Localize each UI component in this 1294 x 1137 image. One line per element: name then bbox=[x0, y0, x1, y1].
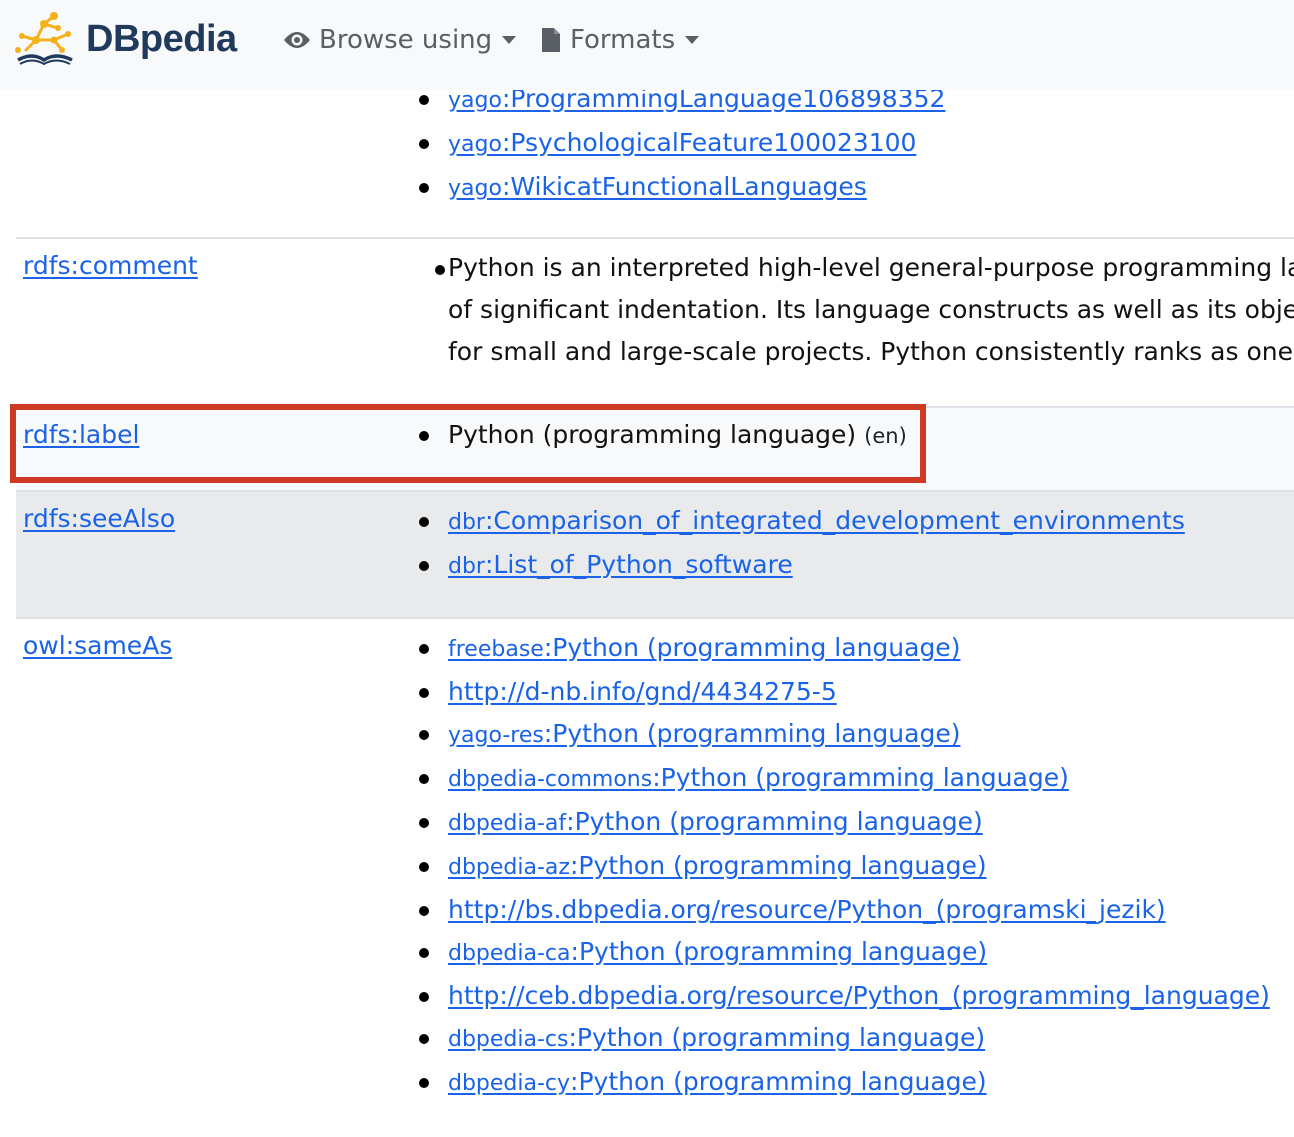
formats-dropdown[interactable]: Formats bbox=[540, 22, 700, 58]
comment-line: of significant indentation. Its language… bbox=[448, 295, 1294, 324]
property-owl-sameas[interactable]: owl:sameAs bbox=[23, 631, 172, 660]
resource-name: http://ceb.dbpedia.org/resource/Python_(… bbox=[448, 981, 1270, 1010]
navbar: DBpedia Browse using Formats bbox=[0, 0, 1294, 90]
namespace-prefix: dbr bbox=[448, 510, 485, 535]
resource-name: Python (programming language) bbox=[578, 851, 987, 880]
list-item: freebase:Python (programming language) bbox=[416, 627, 1270, 671]
resource-name: Comparison_of_integrated_development_env… bbox=[493, 506, 1185, 535]
namespace-prefix: dbr bbox=[448, 554, 485, 579]
resource-link[interactable]: dbpedia-cs:Python (programming language) bbox=[448, 1023, 985, 1052]
prefix-separator: : bbox=[568, 1023, 577, 1052]
resource-name: WikicatFunctionalLanguages bbox=[510, 172, 867, 201]
list-item: dbr:List_of_Python_software bbox=[416, 544, 1185, 588]
list-item: dbpedia-cy:Python (programming language) bbox=[416, 1061, 1270, 1105]
list-item: dbpedia-az:Python (programming language) bbox=[416, 845, 1270, 889]
brand-name[interactable]: DBpedia bbox=[86, 18, 237, 61]
chevron-down-icon bbox=[685, 36, 700, 44]
resource-link[interactable]: http://bs.dbpedia.org/resource/Python_(p… bbox=[448, 895, 1166, 924]
list-item: yago-res:Python (programming language) bbox=[416, 713, 1270, 757]
comment-text: Python is an interpreted high-level gene… bbox=[448, 247, 1294, 373]
prefix-separator: : bbox=[570, 937, 579, 966]
comment-line: for small and large-scale projects. Pyth… bbox=[448, 337, 1293, 366]
resource-link[interactable]: dbpedia-commons:Python (programming lang… bbox=[448, 763, 1069, 792]
resource-link[interactable]: dbr:Comparison_of_integrated_development… bbox=[448, 506, 1185, 535]
namespace-prefix: freebase bbox=[448, 637, 544, 662]
namespace-prefix: yago bbox=[448, 88, 502, 113]
list-item: dbr:Comparison_of_integrated_development… bbox=[416, 500, 1185, 544]
list-item: dbpedia-commons:Python (programming lang… bbox=[416, 757, 1270, 801]
list-item: dbpedia-cs:Python (programming language) bbox=[416, 1017, 1270, 1061]
resource-name: Python (programming language) bbox=[660, 763, 1069, 792]
sameas-values: freebase:Python (programming language) ht… bbox=[416, 627, 1270, 1105]
property-rdfs-label[interactable]: rdfs:label bbox=[23, 420, 139, 449]
prefix-separator: : bbox=[543, 633, 553, 662]
property-rdfs-seealso[interactable]: rdfs:seeAlso bbox=[23, 504, 175, 533]
resource-name: Python (programming language) bbox=[576, 1023, 986, 1052]
namespace-prefix: yago-res bbox=[448, 723, 544, 748]
resource-name: http://d-nb.info/gnd/4434275-5 bbox=[448, 677, 837, 706]
prefix-separator: : bbox=[652, 763, 661, 792]
resource-name: Python (programming language) bbox=[574, 807, 983, 836]
prefix-separator: : bbox=[566, 807, 575, 836]
type-values: yago:ProgrammingLanguage106898352 yago:Ps… bbox=[416, 78, 945, 210]
namespace-prefix: dbpedia-cy bbox=[448, 1071, 571, 1096]
resource-link[interactable]: http://d-nb.info/gnd/4434275-5 bbox=[448, 677, 837, 706]
resource-link[interactable]: http://ceb.dbpedia.org/resource/Python_(… bbox=[448, 981, 1270, 1010]
property-rdfs-comment[interactable]: rdfs:comment bbox=[23, 251, 198, 280]
resource-name: Python (programming language) bbox=[578, 937, 988, 966]
dbpedia-logo-icon[interactable] bbox=[14, 10, 74, 68]
list-item: http://d-nb.info/gnd/4434275-5 bbox=[416, 671, 1270, 713]
resource-link[interactable]: dbr:List_of_Python_software bbox=[448, 550, 793, 579]
resource-link[interactable]: yago-res:Python (programming language) bbox=[448, 719, 960, 748]
list-item: http://ceb.dbpedia.org/resource/Python_(… bbox=[416, 975, 1270, 1017]
language-tag: (en) bbox=[864, 424, 907, 448]
resource-link[interactable]: yago:PsychologicalFeature100023100 bbox=[448, 128, 916, 157]
list-item: dbpedia-ca:Python (programming language) bbox=[416, 931, 1270, 975]
namespace-prefix: dbpedia-commons bbox=[448, 767, 653, 792]
browse-using-label: Browse using bbox=[319, 25, 493, 55]
row-seealso: rdfs:seeAlso dbr:Comparison_of_integrate… bbox=[16, 490, 1294, 618]
namespace-prefix: yago bbox=[448, 176, 502, 201]
resource-name: PsychologicalFeature100023100 bbox=[510, 128, 917, 157]
namespace-prefix: dbpedia-af bbox=[448, 811, 567, 836]
chevron-down-icon bbox=[502, 36, 517, 44]
eye-icon bbox=[284, 32, 310, 48]
namespace-prefix: dbpedia-ca bbox=[448, 941, 571, 966]
browse-using-dropdown[interactable]: Browse using bbox=[283, 22, 517, 58]
list-item: yago:WikicatFunctionalLanguages bbox=[416, 166, 945, 210]
row-sameas: owl:sameAs freebase:Python (programming … bbox=[16, 617, 1294, 1137]
resource-link[interactable]: dbpedia-az:Python (programming language) bbox=[448, 851, 987, 880]
label-text: Python (programming language) bbox=[448, 420, 857, 449]
resource-name: List_of_Python_software bbox=[493, 550, 793, 579]
resource-link[interactable]: dbpedia-ca:Python (programming language) bbox=[448, 937, 987, 966]
resource-link[interactable]: dbpedia-af:Python (programming language) bbox=[448, 807, 983, 836]
resource-link[interactable]: freebase:Python (programming language) bbox=[448, 633, 960, 662]
resource-name: Python (programming language) bbox=[578, 1067, 987, 1096]
formats-label: Formats bbox=[570, 25, 676, 55]
resource-name: Python (programming language) bbox=[552, 719, 961, 748]
resource-name: http://bs.dbpedia.org/resource/Python_(p… bbox=[448, 895, 1166, 924]
list-item: yago:PsychologicalFeature100023100 bbox=[416, 122, 945, 166]
row-label: rdfs:label Python (programming language)… bbox=[16, 406, 1294, 491]
seealso-values: dbr:Comparison_of_integrated_development… bbox=[416, 500, 1185, 588]
namespace-prefix: dbpedia-cs bbox=[448, 1027, 569, 1052]
resource-link[interactable]: yago:WikicatFunctionalLanguages bbox=[448, 172, 867, 201]
namespace-prefix: yago bbox=[448, 132, 502, 157]
comment-line: Python is an interpreted high-level gene… bbox=[448, 253, 1294, 282]
comment-bullet bbox=[435, 265, 445, 275]
resource-link[interactable]: dbpedia-cy:Python (programming language) bbox=[448, 1067, 987, 1096]
row-comment: rdfs:comment Python is an interpreted hi… bbox=[16, 237, 1294, 407]
label-values: Python (programming language) (en) bbox=[416, 414, 907, 457]
file-icon bbox=[542, 28, 560, 52]
list-item: http://bs.dbpedia.org/resource/Python_(p… bbox=[416, 889, 1270, 931]
list-item: dbpedia-af:Python (programming language) bbox=[416, 801, 1270, 845]
label-value: Python (programming language) (en) bbox=[416, 414, 907, 457]
resource-name: Python (programming language) bbox=[552, 633, 961, 662]
namespace-prefix: dbpedia-az bbox=[448, 855, 570, 880]
